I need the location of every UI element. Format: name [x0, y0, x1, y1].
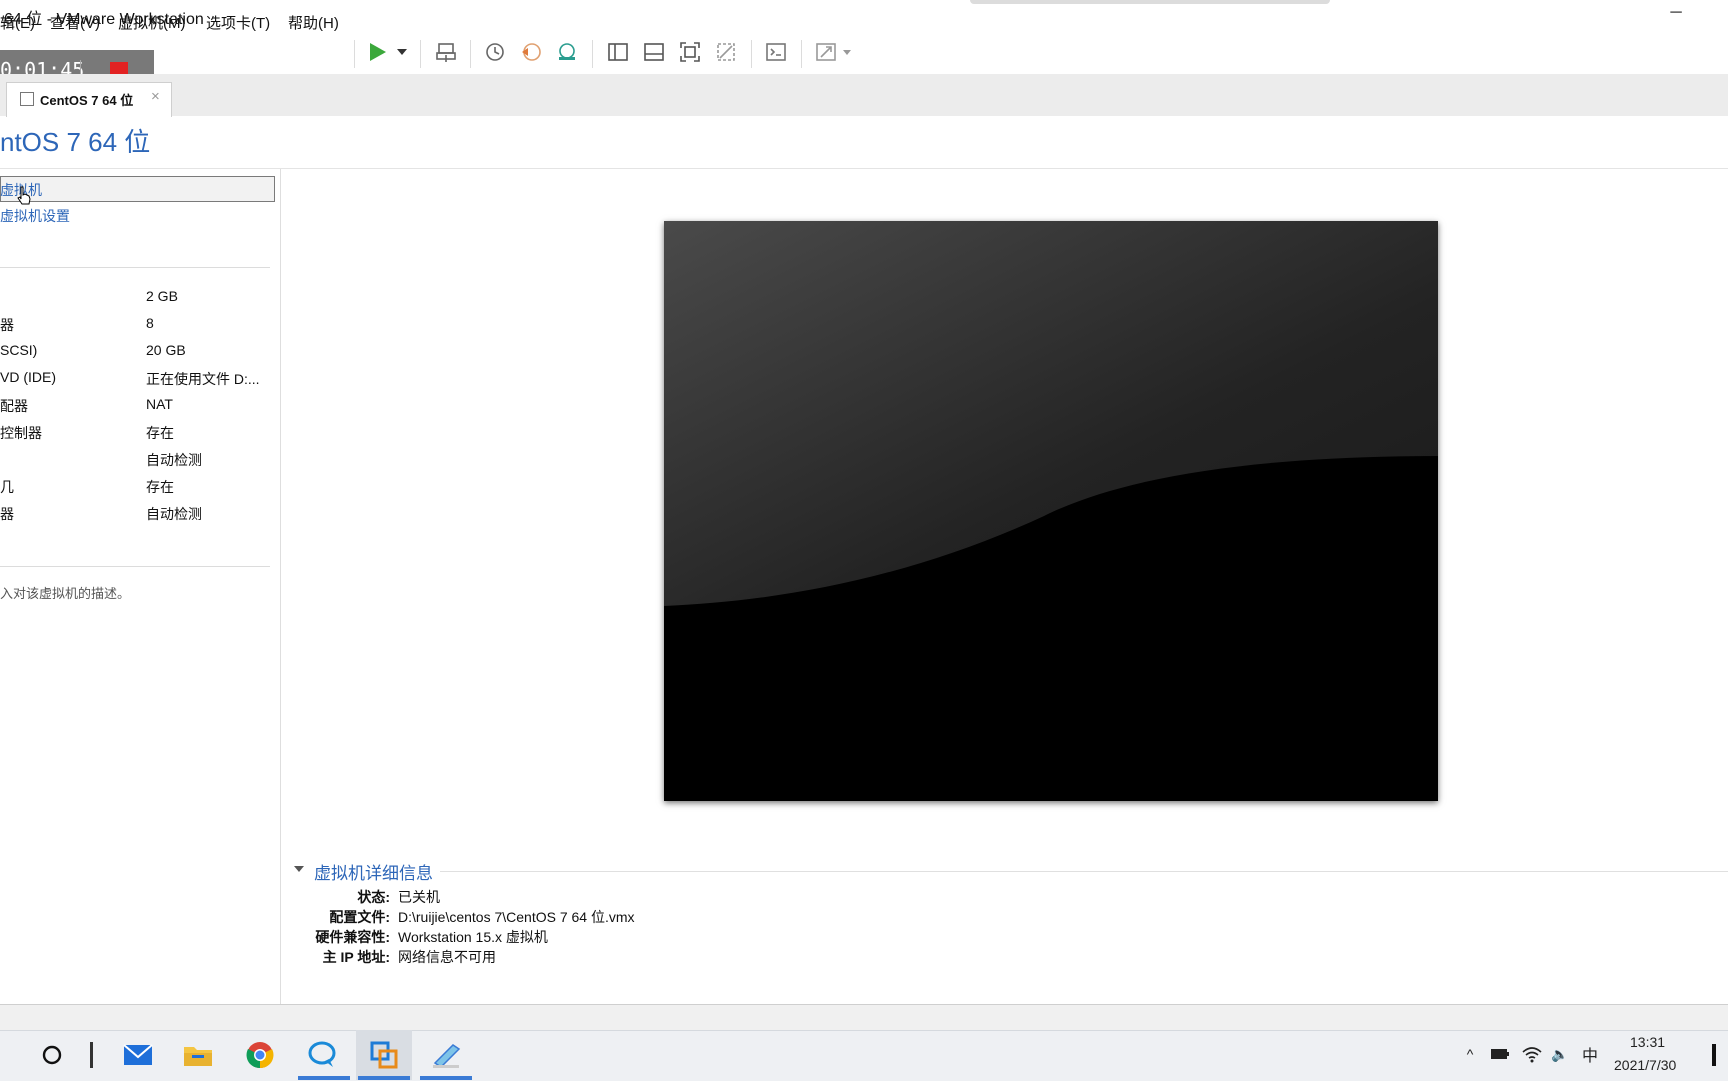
collapse-arrow-icon[interactable]: [292, 862, 306, 876]
device-display-name: 器: [0, 506, 14, 522]
toolbar-separator: [354, 40, 355, 68]
menu-edit[interactable]: 辑(E): [0, 12, 35, 33]
page-title: ntOS 7 64 位: [0, 127, 151, 157]
detail-ip-value: 网络信息不可用: [398, 949, 496, 965]
top-edge-highlight: [970, 0, 1330, 4]
devices-divider: [0, 267, 270, 268]
menu-vm[interactable]: 虚拟机(M): [118, 12, 186, 33]
device-network-name: 配器: [0, 398, 28, 414]
vmware-running-indicator: [358, 1076, 410, 1080]
tab-close-icon[interactable]: ×: [151, 88, 160, 105]
library-view-icon[interactable]: [605, 40, 631, 64]
chrome-icon[interactable]: [242, 1037, 278, 1073]
full-screen-icon[interactable]: [677, 40, 703, 64]
toolbar-separator: [592, 40, 593, 68]
detail-compat-label: 硬件兼容性:: [315, 929, 390, 945]
send-ctrl-alt-del-icon[interactable]: [433, 40, 459, 64]
stretch-guest-icon[interactable]: [813, 40, 839, 64]
details-divider: [440, 871, 1728, 872]
play-icon[interactable]: [364, 40, 390, 64]
details-section-title[interactable]: 虚拟机详细信息: [314, 859, 433, 884]
device-disk-name: SCSI): [0, 342, 38, 358]
device-disk-value: 20 GB: [146, 342, 186, 358]
device-processors-value: 8: [146, 315, 154, 331]
file-explorer-icon[interactable]: [180, 1037, 216, 1073]
clock-time[interactable]: 13:31: [1630, 1034, 1665, 1050]
tab-strip: [0, 74, 1728, 116]
detail-compat-value: Workstation 15.x 虚拟机: [398, 929, 548, 945]
mail-icon[interactable]: [120, 1037, 156, 1073]
vm-preview-screen[interactable]: [664, 221, 1438, 801]
device-cdrom-name: VD (IDE): [0, 369, 56, 385]
menu-tabs[interactable]: 选项卡(T): [206, 12, 270, 33]
ime-indicator[interactable]: 中: [1580, 1044, 1600, 1065]
snapshot-manager-icon[interactable]: [554, 40, 580, 64]
show-desktop-button[interactable]: [1712, 1044, 1716, 1066]
stretch-dropdown-icon[interactable]: [840, 40, 854, 64]
toolbar-separator: [470, 40, 471, 68]
chat-icon[interactable]: [304, 1037, 340, 1073]
device-cdrom-value: 正在使用文件 D:...: [146, 371, 260, 387]
status-bar: [0, 1004, 1728, 1031]
revert-snapshot-icon[interactable]: [518, 40, 544, 64]
toolbar-separator: [801, 40, 802, 68]
minimize-button[interactable]: ─: [1664, 2, 1688, 26]
menu-view[interactable]: 查看(V): [50, 12, 100, 33]
detail-state-value: 已关机: [398, 889, 440, 905]
notepad-running-indicator: [420, 1076, 472, 1080]
description-divider: [0, 566, 270, 567]
detail-config-label: 配置文件:: [329, 909, 390, 925]
vmware-icon[interactable]: [366, 1037, 402, 1073]
device-usb-value: 存在: [146, 425, 174, 441]
dropdown-arrow-icon[interactable]: [392, 40, 412, 64]
unity-icon[interactable]: [713, 40, 739, 64]
device-processors-name: 器: [0, 317, 14, 333]
device-memory-value: 2 GB: [146, 288, 178, 304]
taskbar-divider: [90, 1042, 93, 1068]
description-placeholder[interactable]: 入对该虚拟机的描述。: [0, 583, 130, 602]
notepad-icon[interactable]: [428, 1037, 464, 1073]
device-sound-value: 自动检测: [146, 452, 202, 468]
thumbnail-bar-icon[interactable]: [641, 40, 667, 64]
tab-label: CentOS 7 64 位: [40, 93, 134, 108]
device-network-value: NAT: [146, 396, 173, 412]
menu-toolbar: [0, 30, 1728, 75]
clock-date[interactable]: 2021/7/30: [1614, 1057, 1676, 1073]
chat-running-indicator: [298, 1076, 350, 1080]
toolbar-separator: [751, 40, 752, 68]
device-printer-value: 存在: [146, 479, 174, 495]
detail-state-label: 状态:: [357, 889, 390, 905]
device-usb-name: 控制器: [0, 425, 42, 441]
volume-icon[interactable]: 🔈: [1550, 1044, 1570, 1064]
tray-chevron-icon[interactable]: ^: [1460, 1044, 1480, 1064]
console-view-icon[interactable]: [763, 40, 789, 64]
device-printer-name: 几: [0, 479, 14, 495]
detail-config-value: D:\ruijie\centos 7\CentOS 7 64 位.vmx: [398, 909, 635, 925]
snapshot-icon[interactable]: [482, 40, 508, 64]
edit-settings-link[interactable]: 虚拟机设置: [0, 206, 70, 226]
device-display-value: 自动检测: [146, 506, 202, 522]
vm-tab-icon: [20, 92, 34, 106]
battery-icon[interactable]: [1490, 1044, 1510, 1064]
search-circle-icon[interactable]: [34, 1037, 70, 1073]
toolbar-separator: [420, 40, 421, 68]
vm-preview-graphic: [664, 221, 1438, 801]
detail-ip-label: 主 IP 地址:: [322, 949, 390, 965]
wifi-icon[interactable]: [1522, 1044, 1542, 1064]
menu-help[interactable]: 帮助(H): [288, 12, 339, 33]
